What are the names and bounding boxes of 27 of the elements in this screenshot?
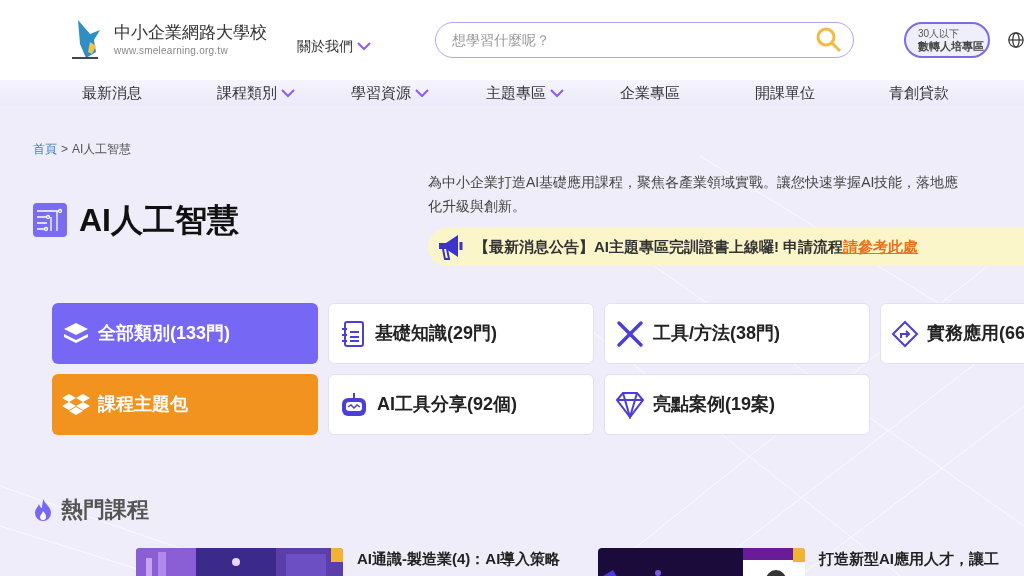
category-button[interactable]: 全部類別(133門) bbox=[52, 303, 318, 364]
promo-button[interactable]: 30人以下 數轉人培專區 bbox=[904, 22, 991, 58]
nav-link[interactable]: 最新消息 bbox=[82, 81, 217, 105]
section-title: 熱門課程 bbox=[61, 496, 149, 524]
category-button[interactable]: 實務應用(66 bbox=[880, 303, 1024, 364]
nav-link[interactable]: 課程類別 bbox=[216, 81, 352, 105]
nav-link[interactable]: 企業專區 bbox=[620, 81, 755, 105]
description-text: 為中小企業打造AI基礎應用課程，聚焦各產業領域實戰。讓您快速掌握AI技能，落地應 化升級與創新。 bbox=[428, 173, 960, 216]
category-button[interactable]: 亮點案例(19案) bbox=[604, 374, 870, 435]
announcement-text: 【最新消息公告】AI主題專區完訓證書上線囉! 申請流程 bbox=[474, 236, 844, 257]
about-link[interactable]: 關於我們 bbox=[297, 35, 371, 57]
category-button[interactable]: AI工具分享(92個) bbox=[328, 374, 594, 435]
site-url: www.smelearning.org.tw bbox=[114, 44, 229, 59]
nav-link[interactable]: 主題專區 bbox=[485, 81, 621, 105]
page-title: AI人工智慧 bbox=[79, 201, 239, 240]
category-button[interactable]: 工具/方法(38門) bbox=[604, 303, 870, 364]
breadcrumb-text: > bbox=[61, 141, 68, 158]
breadcrumb-text: AI人工智慧 bbox=[72, 141, 132, 158]
nav-link[interactable]: 青創貸款 bbox=[889, 81, 1024, 105]
nav-link[interactable]: 學習資源 bbox=[351, 81, 486, 105]
search-field[interactable]: 想學習什麼呢？ bbox=[435, 22, 854, 58]
site-title: 中小企業網路大學校 bbox=[114, 21, 267, 44]
breadcrumb-link[interactable]: 首頁 bbox=[33, 140, 57, 158]
category-button[interactable]: 基礎知識(29門) bbox=[328, 303, 594, 364]
nav-link[interactable]: 開課單位 bbox=[754, 81, 890, 105]
course-title[interactable]: AI通識-製造業(4)：AI導入策略 bbox=[357, 548, 561, 576]
course-title[interactable]: 打造新型AI應用人才，讓工 bbox=[819, 548, 999, 576]
